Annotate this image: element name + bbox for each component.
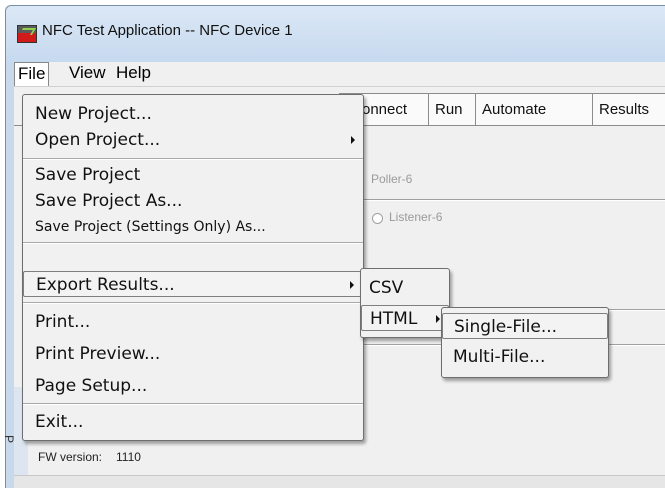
menu-item-label: Open Project...: [35, 130, 161, 150]
file-menu: New Project... Open Project... Save Proj…: [22, 94, 364, 441]
export-submenu: CSV HTML: [360, 268, 450, 338]
menu-item-save-project[interactable]: Save Project: [23, 162, 363, 188]
menu-item-save-project-as[interactable]: Save Project As...: [23, 188, 363, 214]
app-icon[interactable]: [17, 25, 37, 43]
menu-file[interactable]: File: [14, 62, 50, 86]
menu-item-exit[interactable]: Exit...: [23, 409, 363, 435]
menu-view[interactable]: View: [66, 62, 109, 84]
tab-results[interactable]: Results: [592, 93, 665, 126]
menu-item-print-preview[interactable]: Print Preview...: [23, 341, 363, 367]
poller-label: Poller-6: [371, 172, 413, 186]
menu-item-label: Export Results...: [36, 275, 175, 295]
menu-separator: [23, 302, 363, 304]
listener-label: Listener-6: [389, 210, 443, 224]
menu-help[interactable]: Help: [113, 62, 154, 84]
bottom-bar: [14, 475, 665, 488]
group-divider: [352, 199, 665, 201]
listener-radio[interactable]: [372, 213, 383, 224]
menu-item-print[interactable]: Print...: [23, 309, 363, 335]
menu-item-open-project[interactable]: Open Project...: [23, 127, 363, 153]
tab-run[interactable]: Run: [428, 93, 480, 126]
submenu-arrow-icon: [436, 315, 440, 323]
menu-separator: [23, 403, 363, 405]
menu-item-html[interactable]: HTML: [361, 305, 449, 331]
menu-item-multi-file[interactable]: Multi-File...: [442, 344, 608, 370]
menu-item-new-project[interactable]: New Project...: [23, 101, 363, 127]
menu-bar: File View Help: [14, 62, 665, 87]
submenu-arrow-icon: [350, 281, 354, 289]
menu-item-label: HTML: [370, 309, 418, 329]
menu-item-single-file[interactable]: Single-File...: [442, 313, 608, 339]
menu-item-export-results[interactable]: Export Results...: [23, 271, 363, 297]
menu-item-page-setup[interactable]: Page Setup...: [23, 373, 363, 399]
submenu-arrow-icon: [351, 136, 355, 144]
tab-automate[interactable]: Automate: [475, 93, 597, 126]
fw-version-label: FW version:: [38, 450, 103, 464]
menu-item-save-settings-only[interactable]: Save Project (Settings Only) As...: [23, 214, 363, 240]
html-submenu: Single-File... Multi-File...: [441, 307, 609, 378]
menu-item-csv[interactable]: CSV: [361, 275, 449, 301]
side-strip-label: P: [2, 435, 16, 444]
window-title: NFC Test Application -- NFC Device 1: [42, 22, 293, 39]
menu-separator: [23, 158, 363, 160]
menu-separator: [23, 242, 363, 244]
fw-version-value: 1110: [116, 450, 141, 464]
